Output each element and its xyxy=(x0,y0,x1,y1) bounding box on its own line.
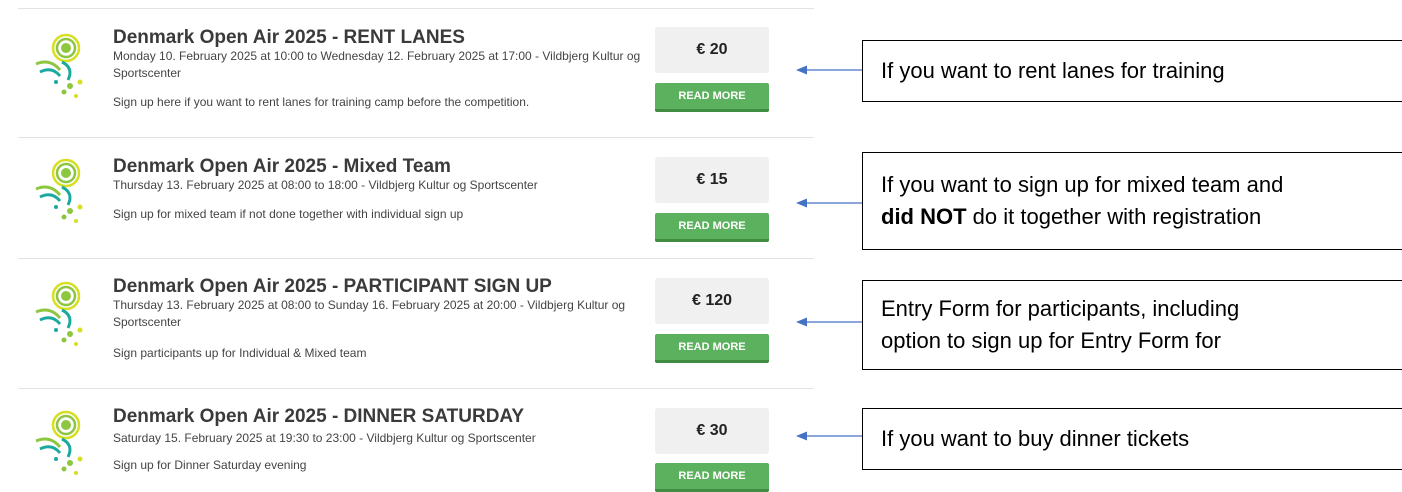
list-divider xyxy=(18,388,814,389)
list-divider xyxy=(18,8,814,9)
arrow-left-icon xyxy=(796,198,862,208)
callout-participant-sign-up: Entry Form for participants, including o… xyxy=(862,280,1402,370)
event-dates: Thursday 13. February 2025 at 08:00 to 1… xyxy=(113,178,538,192)
callout-text: If you want to rent lanes for training xyxy=(881,58,1225,83)
event-description: Sign participants up for Individual & Mi… xyxy=(113,346,367,360)
callout-text: If you want to buy dinner tickets xyxy=(881,426,1190,451)
read-more-button[interactable]: READ MORE xyxy=(655,463,769,492)
arrow-left-icon xyxy=(796,431,862,441)
callout-text: If you want to sign up for mixed team an… xyxy=(881,172,1284,197)
callout-mixed-team: If you want to sign up for mixed team an… xyxy=(862,152,1402,250)
event-title[interactable]: Denmark Open Air 2025 - DINNER SATURDAY xyxy=(113,406,524,428)
event-logo-icon xyxy=(30,155,94,227)
event-logo-icon xyxy=(30,278,94,350)
list-divider xyxy=(18,258,814,259)
event-description: Sign up for Dinner Saturday evening xyxy=(113,458,307,472)
event-title[interactable]: Denmark Open Air 2025 - RENT LANES xyxy=(113,27,465,49)
event-dates: Monday 10. February 2025 at 10:00 to Wed… xyxy=(113,49,641,80)
event-price: € 120 xyxy=(655,278,769,324)
event-dates: Saturday 15. February 2025 at 19:30 to 2… xyxy=(113,431,536,445)
callout-rent-lanes: If you want to rent lanes for training xyxy=(862,40,1402,102)
callout-text: option to sign up for Entry Form for xyxy=(881,328,1221,353)
event-price: € 15 xyxy=(655,157,769,203)
event-dates: Thursday 13. February 2025 at 08:00 to S… xyxy=(113,298,626,329)
read-more-button[interactable]: READ MORE xyxy=(655,213,769,242)
event-description: Sign up here if you want to rent lanes f… xyxy=(113,95,530,109)
event-logo-icon xyxy=(30,407,94,479)
event-price: € 20 xyxy=(655,27,769,73)
list-divider xyxy=(18,137,814,138)
event-title[interactable]: Denmark Open Air 2025 - Mixed Team xyxy=(113,156,451,178)
event-description: Sign up for mixed team if not done toget… xyxy=(113,207,464,221)
event-price: € 30 xyxy=(655,408,769,454)
callout-text: do it together with registration xyxy=(966,204,1262,229)
read-more-button[interactable]: READ MORE xyxy=(655,83,769,112)
event-title[interactable]: Denmark Open Air 2025 - PARTICIPANT SIGN… xyxy=(113,276,552,298)
callout-emphasis: did NOT xyxy=(881,204,967,229)
read-more-button[interactable]: READ MORE xyxy=(655,334,769,363)
callout-text-line2: did NOT do it together with registration xyxy=(881,201,1402,233)
event-logo-icon xyxy=(30,30,94,102)
callout-dinner: If you want to buy dinner tickets xyxy=(862,408,1402,470)
arrow-left-icon xyxy=(796,65,862,75)
arrow-left-icon xyxy=(796,317,862,327)
callout-text: Entry Form for participants, including xyxy=(881,296,1240,321)
